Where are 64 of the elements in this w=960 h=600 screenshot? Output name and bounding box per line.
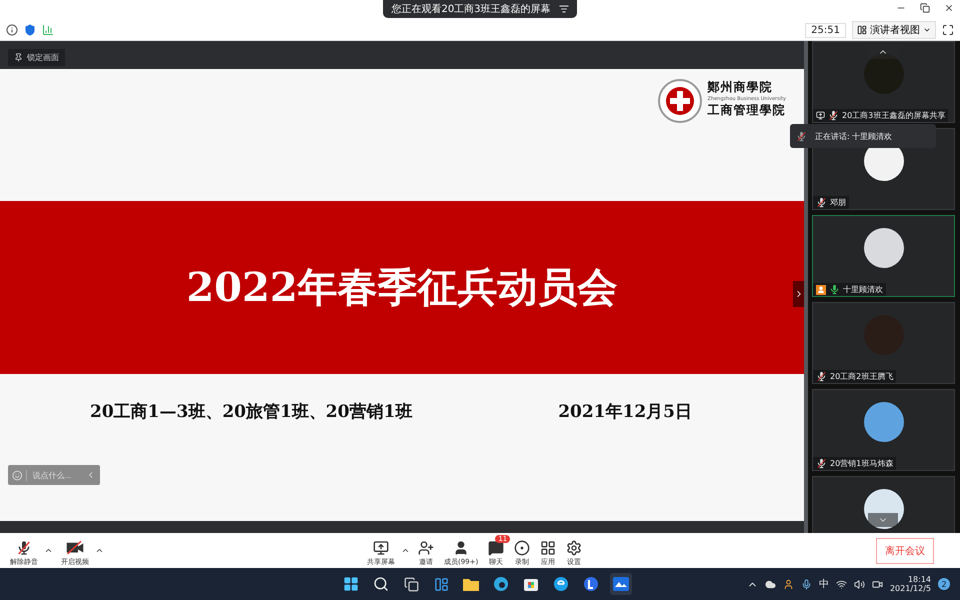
restore-icon[interactable]	[920, 3, 930, 13]
participant-name: 十里顾清欢	[843, 284, 883, 295]
classes-text: 20工商1—3班、20旅管1班、20营销1班	[90, 401, 412, 423]
avatar-photo-placeholder	[864, 402, 904, 442]
emoji-icon[interactable]	[12, 470, 22, 480]
muted-microphone-icon	[816, 371, 827, 382]
signal-icon[interactable]	[42, 24, 54, 36]
shield-icon[interactable]	[24, 24, 36, 36]
caret-icon[interactable]	[401, 546, 410, 555]
banner-text: 您正在观看20工商3班王鑫磊的屏幕	[391, 2, 551, 16]
notification-badge[interactable]: 2	[938, 578, 950, 590]
muted-microphone-icon	[16, 540, 32, 556]
clock-time[interactable]: 18:14	[908, 575, 931, 584]
cloud-icon[interactable]	[764, 578, 776, 590]
caret-icon[interactable]	[95, 546, 104, 555]
avatar-photo-placeholder	[864, 54, 904, 94]
fullscreen-icon[interactable]	[942, 24, 954, 36]
meeting-app-icon[interactable]	[610, 573, 632, 595]
scroll-down-button[interactable]	[868, 513, 898, 527]
avatar-photo-placeholder	[864, 489, 904, 529]
panel-toggle-button[interactable]	[793, 281, 805, 307]
caret-icon	[923, 26, 931, 34]
screen-share-icon	[816, 111, 825, 120]
settings-icon	[566, 540, 582, 556]
chat-icon	[488, 540, 504, 556]
microphone-icon	[829, 284, 840, 295]
pin-icon	[14, 53, 23, 62]
apps-icon	[540, 540, 556, 556]
muted-microphone-icon	[816, 458, 827, 469]
input-method-indicator[interactable]: 中	[818, 577, 829, 591]
video-off-icon	[66, 540, 84, 556]
clock-date[interactable]: 2021/12/5	[890, 584, 931, 593]
record-icon	[514, 540, 530, 556]
chat-input-field[interactable]: 说点什么...	[26, 470, 82, 480]
members-icon	[453, 540, 470, 556]
slide-title: 2022年春季征兵动员会	[186, 263, 618, 313]
date-text: 2021年12月5日	[558, 401, 692, 423]
university-emblem-icon	[658, 79, 702, 123]
share-screen-icon	[373, 540, 389, 556]
muted-microphone-icon	[796, 130, 807, 142]
layout-icon	[857, 25, 867, 35]
participant-name: 20工商2班王腾飞	[830, 371, 894, 382]
close-icon[interactable]	[944, 3, 954, 13]
invite-icon	[418, 540, 434, 556]
participant-name: 20工商3班王鑫磊的屏幕共享	[842, 110, 946, 121]
university-name: 鄭州商學院	[708, 79, 774, 96]
school-name: 工商管理學院	[708, 102, 786, 119]
avatar-photo-placeholder	[864, 228, 904, 268]
caret-icon[interactable]	[44, 546, 53, 555]
wifi-icon[interactable]	[836, 578, 847, 590]
speaking-text: 正在讲话: 十里顾清欢	[815, 130, 892, 142]
menu-icon[interactable]	[558, 4, 569, 14]
muted-microphone-icon	[816, 197, 827, 208]
lock-view-button[interactable]: 锁定画面	[8, 49, 65, 66]
leave-meeting-button[interactable]: 离开会议	[876, 538, 934, 564]
view-mode-button[interactable]: 演讲者视图	[852, 21, 936, 39]
volume-icon[interactable]	[854, 578, 865, 590]
chat-input-bar[interactable]: 说点什么...	[8, 465, 100, 485]
participant-name: 20营销1班马炜森	[830, 458, 894, 469]
info-icon[interactable]	[6, 24, 18, 36]
muted-microphone-icon	[828, 110, 839, 121]
microphone-icon[interactable]	[800, 578, 812, 590]
participant-name: 邓朋	[830, 197, 846, 208]
meeting-timer: 25:51	[805, 22, 846, 38]
